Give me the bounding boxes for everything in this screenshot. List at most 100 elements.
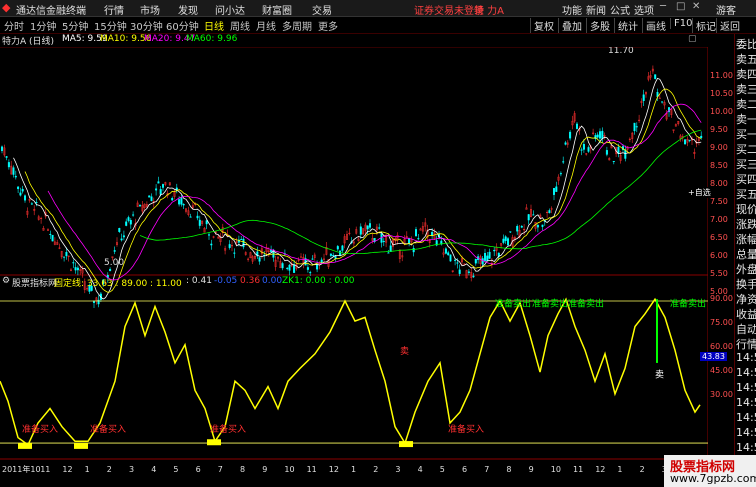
menu-jiaoyi[interactable]: 交易 (312, 2, 332, 17)
indicator-v3: 0.36 (240, 276, 261, 286)
period-multi[interactable]: 多周期 (282, 18, 312, 33)
close-icon[interactable]: ✕ (692, 1, 700, 12)
candle-body (454, 259, 457, 261)
price-tick: 9.00 (710, 143, 728, 152)
user-guest[interactable]: 游客 (716, 2, 736, 17)
minimize-icon[interactable]: ─ (660, 1, 666, 12)
candle-body (127, 217, 130, 221)
price-tick: 11.00 (710, 71, 733, 80)
low-price-label: 5.00 (104, 258, 124, 268)
candle-body (138, 205, 141, 207)
period-5min[interactable]: 5分钟 (62, 18, 88, 33)
price-tick: 5.50 (710, 269, 728, 278)
period-15min[interactable]: 15分钟 (94, 18, 127, 33)
ind-tick: 30.00 (710, 390, 733, 399)
candle-body (582, 144, 585, 150)
period-1min[interactable]: 1分钟 (30, 18, 56, 33)
period-30min[interactable]: 30分钟 (130, 18, 163, 33)
buy-signal-block (207, 439, 221, 446)
indicator-line (0, 297, 701, 447)
tool-f10[interactable]: F10 (670, 18, 692, 29)
time-tick: 10 (284, 465, 294, 474)
kline-chart[interactable]: 11.70 5.00 准备买入 准备买入 准备买入 准备买入准备卖出 准备卖出 准备卖出准… (0, 47, 708, 487)
period-daily[interactable]: 日线 (204, 18, 224, 33)
candle-body (541, 224, 544, 227)
candle-body (109, 269, 112, 272)
tool-huaxian[interactable]: 画线 (642, 18, 666, 33)
menu-caifuquan[interactable]: 财富圈 (262, 2, 292, 17)
sell-mark: 卖 (400, 346, 409, 357)
quote-panel-item: 14:5 (736, 441, 756, 454)
chart-settings-icon[interactable]: ▢ (688, 34, 697, 44)
candle-body (122, 235, 125, 238)
sell-label: 准备卖出 (670, 297, 706, 309)
indicator-v4: 0.00 (262, 276, 283, 286)
candle-body (21, 188, 24, 192)
candle-body (447, 252, 450, 256)
candle-body (458, 269, 461, 274)
site-watermark: 股票指标网 www.7gpzb.com (664, 455, 756, 487)
sell-label: 准备卖出 (568, 297, 604, 309)
tool-fanhui[interactable]: 返回 (716, 18, 740, 33)
tool-tongji[interactable]: 统计 (614, 18, 638, 33)
candle-body (467, 271, 470, 273)
candle-body (182, 204, 185, 206)
menu-faxian[interactable]: 发现 (178, 2, 198, 17)
period-fenshi[interactable]: 分时 (4, 18, 24, 33)
candle-body (449, 254, 452, 262)
price-tick: 8.00 (710, 179, 728, 188)
candle-body (171, 198, 174, 201)
menu-bar: ◆ 通达信金融终端 行情 市场 发现 问小达 财富圈 交易 证券交易未登录 特 … (0, 0, 756, 17)
candle-body (527, 214, 530, 221)
candle-body (240, 238, 243, 240)
candle-body (548, 210, 551, 214)
menu-xinwen[interactable]: 新闻 (586, 2, 606, 17)
quote-panel-item: 涨幅 (736, 233, 756, 246)
menu-wenxiaoda[interactable]: 问小达 (215, 2, 245, 17)
quote-panel-item: 委比 (736, 38, 756, 51)
period-60min[interactable]: 60分钟 (166, 18, 199, 33)
watermark-url: www.7gpzb.com (670, 472, 756, 485)
candle-body (113, 250, 116, 252)
tool-diejia[interactable]: 叠加 (558, 18, 582, 33)
self-select-button[interactable]: +自选 (688, 187, 711, 198)
candle-body (65, 252, 68, 257)
candlestick-group (1, 65, 703, 308)
tool-duogu[interactable]: 多股 (586, 18, 610, 33)
candle-body (654, 74, 657, 79)
buy-label: 准备买入 (22, 423, 58, 435)
candle-body (378, 227, 381, 229)
candle-body (155, 188, 158, 191)
menu-gongshi[interactable]: 公式 (610, 2, 630, 17)
time-tick: 2 (107, 465, 112, 474)
indicator-title[interactable]: 股票指标网 (12, 276, 57, 289)
menu-hangqing[interactable]: 行情 (104, 2, 124, 17)
buy-signal-block (399, 441, 413, 448)
candle-body (536, 224, 539, 228)
candle-body (493, 249, 496, 252)
quote-panel-item: 卖一 (736, 113, 756, 126)
quote-panel-item: 买一 (736, 128, 756, 141)
candle-body (180, 197, 183, 205)
period-more[interactable]: 更多 (318, 18, 338, 33)
period-monthly[interactable]: 月线 (256, 18, 276, 33)
time-tick: 3 (129, 465, 134, 474)
candle-body (329, 253, 332, 256)
menu-shichang[interactable]: 市场 (140, 2, 160, 17)
quote-panel-item: 14:5 (736, 396, 756, 409)
menu-xuanxiang[interactable]: 选项 (634, 2, 654, 17)
candle-body (19, 192, 22, 196)
price-tick: 7.50 (710, 197, 728, 206)
tool-biaoji[interactable]: 标记 (692, 18, 716, 33)
time-tick: 9 (529, 465, 534, 474)
indicator-settings-icon[interactable]: ⚙ (2, 276, 10, 286)
menu-gongneng[interactable]: 功能 (562, 2, 582, 17)
buy-label: 准备买入 (448, 423, 484, 435)
period-weekly[interactable]: 周线 (230, 18, 250, 33)
maximize-icon[interactable]: □ (676, 1, 685, 12)
quote-panel-item: 换手 (736, 278, 756, 291)
ind-tick: 60.00 (710, 342, 733, 351)
candle-body (286, 267, 289, 269)
stock-period-label: 特力A (日线) (2, 37, 55, 47)
tool-fuquan[interactable]: 复权 (530, 18, 554, 33)
